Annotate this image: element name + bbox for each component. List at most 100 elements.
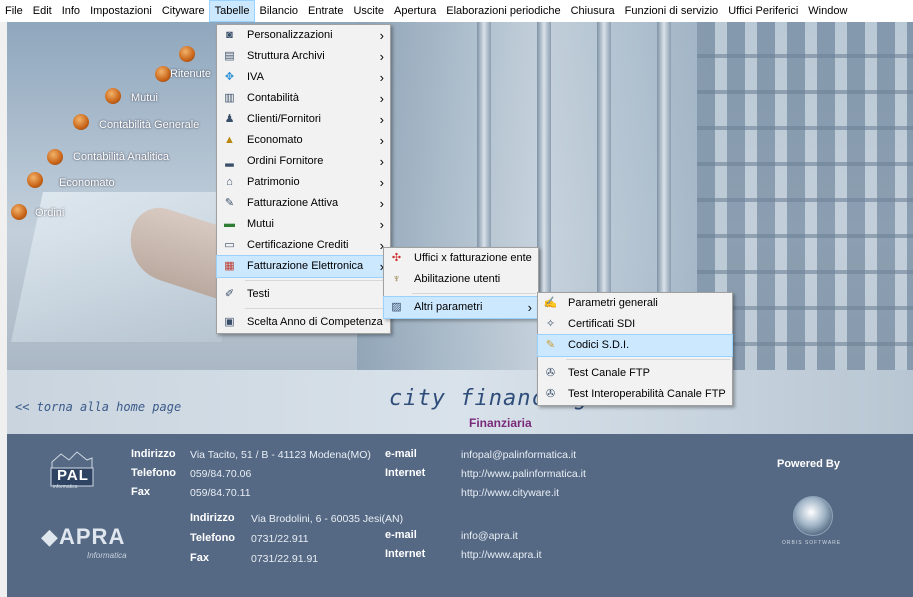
menubar-item-uffici-periferici[interactable]: Uffici Periferici — [723, 1, 803, 21]
invoicing-icon: ✎ — [224, 197, 235, 209]
pal-fax-label: Fax — [131, 486, 150, 498]
menu-item-label: Clienti/Fornitori — [247, 113, 321, 125]
nav-orb-icon[interactable] — [47, 149, 63, 165]
menubar-item-funzioni-di-servizio[interactable]: Funzioni di servizio — [620, 1, 724, 21]
menu-item-struttura-archivi[interactable]: ▤ Struttura Archivi › — [217, 46, 390, 67]
pal-website[interactable]: http://www.palinformatica.it — [461, 468, 586, 480]
menu-separator — [245, 280, 388, 281]
menu-item-iva[interactable]: ✥ IVA › — [217, 67, 390, 88]
menubar-item-cityware[interactable]: Cityware — [157, 1, 210, 21]
nav-item-contabilita-generale[interactable]: Contabilità Generale — [99, 119, 199, 131]
menu-item-fatturazione-attiva[interactable]: ✎ Fatturazione Attiva › — [217, 193, 390, 214]
menu-item-ordini-fornitore[interactable]: ▂ Ordini Fornitore › — [217, 151, 390, 172]
pal-fax: 059/84.70.11 — [190, 487, 251, 499]
menu-item-abilitazione-utenti[interactable]: ♆ Abilitazione utenti — [384, 269, 538, 290]
menubar-item-window[interactable]: Window — [803, 1, 852, 21]
pal-internet-label: Internet — [385, 467, 426, 479]
menu-item-label: Fatturazione Elettronica — [247, 260, 364, 272]
menu-item-economato[interactable]: ▲ Economato › — [217, 130, 390, 151]
chevron-right-icon: › — [379, 91, 384, 106]
nav-item-ordini[interactable]: Ordini — [35, 207, 64, 219]
pal-logo-subtext: informatica — [53, 484, 78, 490]
menu-item-altri-parametri[interactable]: ▨ Altri parametri › — [383, 296, 539, 319]
general-params-icon: ✍ — [543, 297, 558, 309]
other-parameters-submenu: ✍ Parametri generali ✧ Certificati SDI ✎ Codi… — [537, 292, 733, 406]
menu-separator — [566, 359, 730, 360]
menu-item-fatturazione-elettronica[interactable]: ▦ Fatturazione Elettronica › — [216, 255, 391, 278]
pal-address-label: Indirizzo — [131, 448, 176, 460]
menubar-item-file[interactable]: File — [0, 1, 28, 21]
menu-item-clienti-fornitori[interactable]: ♟ Clienti/Fornitori › — [217, 109, 390, 130]
menu-item-certificazione-crediti[interactable]: ▭ Certificazione Crediti › — [217, 235, 390, 256]
chevron-right-icon: › — [379, 154, 384, 169]
pal-email[interactable]: infopal@palinformatica.it — [461, 449, 576, 461]
nav-item-contabilita-analitica[interactable]: Contabilità Analitica — [73, 151, 169, 163]
nav-orb-icon[interactable] — [155, 66, 171, 82]
menubar-item-entrate[interactable]: Entrate — [303, 1, 348, 21]
nav-orb-icon[interactable] — [105, 88, 121, 104]
apra-logo-subtext: Informatica — [87, 551, 127, 560]
menu-item-certificati-sdi[interactable]: ✧ Certificati SDI — [538, 314, 732, 335]
brand-subtitle: Finanziaria — [469, 416, 532, 430]
menubar-item-impostazioni[interactable]: Impostazioni — [85, 1, 157, 21]
menubar-item-elaborazioni-periodiche[interactable]: Elaborazioni periodiche — [441, 1, 565, 21]
tabelle-menu: ◙ Personalizzazioni › ▤ Struttura Archivi › ✥ I… — [216, 24, 391, 334]
assets-icon: ⌂ — [226, 176, 233, 188]
menu-item-uffici-x-fatturazione-ente[interactable]: ✣ Uffici x fatturazione ente — [384, 248, 538, 269]
texts-icon: ✐ — [224, 288, 235, 300]
chevron-right-icon: › — [379, 28, 384, 43]
menu-item-testi[interactable]: ✐ Testi — [217, 284, 390, 305]
menubar-item-edit[interactable]: Edit — [28, 1, 57, 21]
sdi-codes-icon: ✎ — [545, 339, 556, 351]
ftp-test-icon: ✇ — [545, 367, 556, 379]
menu-item-codici-s-d-i[interactable]: ✎ Codici S.D.I. — [537, 334, 733, 357]
nav-orb-icon[interactable] — [73, 114, 89, 130]
menubar-item-chiusura[interactable]: Chiusura — [566, 1, 620, 21]
nav-item-mutui[interactable]: Mutui — [131, 92, 158, 104]
loans-icon: ▬ — [224, 218, 235, 230]
menubar-item-tabelle[interactable]: Tabelle — [208, 0, 256, 22]
menu-item-label: Uffici x fatturazione ente — [414, 252, 532, 264]
supplier-orders-icon: ▂ — [225, 155, 234, 167]
menu-item-label: Patrimonio — [247, 176, 300, 188]
menu-item-patrimonio[interactable]: ⌂ Patrimonio › — [217, 172, 390, 193]
nav-item-ritenute[interactable]: Ritenute — [170, 68, 211, 80]
nav-orb-icon[interactable] — [11, 204, 27, 220]
accounting-icon: ▥ — [224, 92, 235, 104]
apra-email[interactable]: info@apra.it — [461, 530, 518, 542]
apra-phone-label: Telefono — [190, 532, 236, 544]
menu-item-test-canale-ftp[interactable]: ✇ Test Canale FTP — [538, 363, 732, 384]
pal-address: Via Tacito, 51 / B - 41123 Modena(MO) — [190, 449, 371, 461]
offices-icon: ✣ — [391, 252, 402, 264]
apra-address-label: Indirizzo — [190, 512, 235, 524]
menu-item-mutui[interactable]: ▬ Mutui › — [217, 214, 390, 235]
cityware-website[interactable]: http://www.cityware.it — [461, 487, 559, 499]
orbis-logo — [793, 496, 833, 536]
menubar-item-uscite[interactable]: Uscite — [348, 1, 389, 21]
menubar-item-bilancio[interactable]: Bilancio — [254, 1, 303, 21]
economato-icon: ▲ — [224, 134, 235, 146]
menu-item-label: Struttura Archivi — [247, 50, 325, 62]
nav-item-economato[interactable]: Economato — [59, 177, 115, 189]
menu-item-parametri-generali[interactable]: ✍ Parametri generali — [538, 293, 732, 314]
menu-item-scelta-anno-di-competenza[interactable]: ▣ Scelta Anno di Competenza — [217, 312, 390, 333]
menubar-item-apertura[interactable]: Apertura — [389, 1, 441, 21]
certificates-icon: ✧ — [545, 318, 556, 330]
chevron-right-icon: › — [379, 112, 384, 127]
nav-orb-icon — [179, 46, 195, 62]
menu-item-test-interoperabilit-canale-ftp[interactable]: ✇ Test Interoperabilità Canale FTP — [538, 384, 732, 405]
users-enable-icon: ♆ — [392, 273, 401, 285]
home-link[interactable]: << torna alla home page — [15, 400, 181, 414]
menubar-item-info[interactable]: Info — [57, 1, 85, 21]
menu-item-label: Ordini Fornitore — [247, 155, 324, 167]
menu-item-label: Abilitazione utenti — [414, 273, 501, 285]
menu-item-contabilit[interactable]: ▥ Contabilità › — [217, 88, 390, 109]
apra-phone: 0731/22.911 — [251, 533, 309, 545]
parameters-icon: ▨ — [391, 301, 402, 313]
menu-item-personalizzazioni[interactable]: ◙ Personalizzazioni › — [217, 25, 390, 46]
orbis-logo-text: ORBIS SOFTWARE — [782, 540, 842, 546]
apra-website[interactable]: http://www.apra.it — [461, 549, 542, 561]
menu-item-label: Economato — [247, 134, 303, 146]
nav-orb-icon[interactable] — [27, 172, 43, 188]
menu-item-label: Mutui — [247, 218, 274, 230]
